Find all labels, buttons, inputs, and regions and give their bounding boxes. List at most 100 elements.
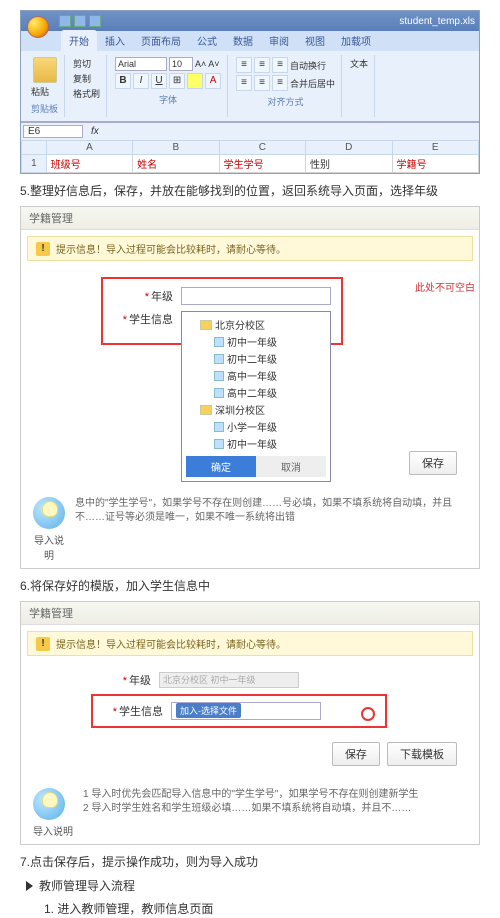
- font-group-label: 字体: [115, 93, 221, 106]
- tree-node[interactable]: 初中一年级: [227, 436, 277, 451]
- align-group-label: 对齐方式: [236, 95, 335, 108]
- leaf-icon: [214, 371, 224, 381]
- highlight-box: *年级 *学生信息 北京分校区 初中一年级 初中二年级 高中一年级 高中二年级 …: [101, 277, 343, 345]
- font-name-select[interactable]: Arial: [115, 57, 167, 71]
- save-button[interactable]: 保存: [332, 742, 380, 766]
- cell[interactable]: 班级号: [46, 155, 132, 173]
- tree-node[interactable]: 高中一年级: [227, 368, 277, 383]
- campus-tree-popup: 北京分校区 初中一年级 初中二年级 高中一年级 高中二年级 深圳分校区 小学一年…: [181, 311, 331, 482]
- window-filename: student_temp.xls: [399, 16, 475, 27]
- tree-cancel-button[interactable]: 取消: [256, 456, 326, 477]
- fx-label[interactable]: fx: [91, 126, 99, 137]
- number-group: 文本: [344, 55, 375, 117]
- bold-button[interactable]: B: [115, 73, 131, 89]
- leaf-icon: [214, 388, 224, 398]
- align-left-button[interactable]: ≡: [236, 75, 252, 91]
- leaf-icon: [214, 337, 224, 347]
- tree-node[interactable]: 小学一年级: [227, 419, 277, 434]
- download-template-button[interactable]: 下载模板: [387, 742, 457, 766]
- underline-button[interactable]: U: [151, 73, 167, 89]
- align-top-button[interactable]: ≡: [236, 57, 252, 73]
- tab-home[interactable]: 开始: [61, 30, 97, 51]
- grade-dropdown[interactable]: [181, 287, 331, 305]
- lightbulb-icon: [33, 497, 65, 529]
- format-painter-button[interactable]: 格式刷: [73, 87, 100, 100]
- align-bot-button[interactable]: ≡: [272, 57, 288, 73]
- align-mid-button[interactable]: ≡: [254, 57, 270, 73]
- formula-bar: E6 fx: [21, 122, 479, 140]
- cell[interactable]: 学生学号: [219, 155, 305, 173]
- cell[interactable]: 性别: [306, 155, 392, 173]
- student-info-label: 学生信息: [129, 314, 173, 326]
- tree-ok-button[interactable]: 确定: [186, 456, 256, 477]
- cell-grid[interactable]: A B C D E 1 班级号 姓名 学生学号 性别 学籍号: [21, 140, 479, 173]
- col-header[interactable]: D: [306, 141, 392, 155]
- tab-addins[interactable]: 加载项: [333, 30, 379, 51]
- upload-chip[interactable]: 加入-选择文件: [176, 703, 241, 718]
- ribbon-tabs: 开始 插入 页面布局 公式 数据 审阅 视图 加载项: [21, 31, 479, 51]
- import-description: 导入说明 息中的"学生学号"，如果学号不存在则创建……号必填，如果不填系统将自动…: [21, 491, 479, 568]
- save-icon[interactable]: [59, 15, 71, 27]
- warning-icon: !: [36, 637, 50, 651]
- corner-cell[interactable]: [22, 141, 47, 155]
- tab-insert[interactable]: 插入: [97, 30, 133, 51]
- col-header[interactable]: B: [133, 141, 219, 155]
- border-button[interactable]: ⊞: [169, 73, 185, 89]
- step-5-text: 5.整理好信息后，保存，并放在能够找到的位置，返回系统导入页面，选择年级: [20, 182, 480, 200]
- name-box[interactable]: E6: [23, 125, 83, 138]
- tab-view[interactable]: 视图: [297, 30, 333, 51]
- ribbon: 粘贴 剪贴板 剪切 复制 格式刷 Arial 10 A˄ A˅ B I U ⊞ …: [21, 51, 479, 122]
- fill-color-button[interactable]: [187, 73, 203, 89]
- wrap-text-button[interactable]: 自动换行: [290, 59, 326, 72]
- cell[interactable]: 学籍号: [392, 155, 479, 173]
- font-group: Arial 10 A˄ A˅ B I U ⊞ A 字体: [109, 55, 228, 117]
- warning-bar: ! 提示信息！导入过程可能会比较耗时，请耐心等待。: [27, 236, 473, 261]
- tree-node[interactable]: 高中二年级: [227, 385, 277, 400]
- font-color-button[interactable]: A: [205, 73, 221, 89]
- student-info-label: 学生信息: [119, 706, 163, 718]
- col-header[interactable]: C: [219, 141, 305, 155]
- substep-1: 1. 进入教师管理，教师信息页面: [44, 900, 480, 918]
- student-info-file-input[interactable]: 加入-选择文件: [171, 702, 321, 720]
- col-header[interactable]: E: [392, 141, 479, 155]
- align-center-button[interactable]: ≡: [254, 75, 270, 91]
- section-title: 教师管理导入流程: [39, 877, 135, 894]
- tab-review[interactable]: 审阅: [261, 30, 297, 51]
- tree-node[interactable]: 初中二年级: [227, 351, 277, 366]
- col-header[interactable]: A: [46, 141, 132, 155]
- tree-node[interactable]: 深圳分校区: [215, 402, 265, 417]
- import-desc-title: 导入说明: [33, 823, 73, 838]
- panel-title: 学籍管理: [21, 602, 479, 625]
- import-desc-text: 1 导入时优先会匹配导入信息中的"学生学号"，如果学号不存在则创建新学生 2 导…: [83, 788, 418, 816]
- grade-label: 年级: [129, 675, 151, 687]
- row-header[interactable]: 1: [22, 155, 47, 173]
- align-right-button[interactable]: ≡: [272, 75, 288, 91]
- italic-button[interactable]: I: [133, 73, 149, 89]
- tree-node[interactable]: 初中一年级: [227, 334, 277, 349]
- cell[interactable]: 姓名: [133, 155, 219, 173]
- redo-icon[interactable]: [89, 15, 101, 27]
- paste-icon[interactable]: [33, 57, 57, 83]
- leaf-icon: [214, 354, 224, 364]
- office-button[interactable]: [27, 16, 49, 38]
- tab-data[interactable]: 数据: [225, 30, 261, 51]
- grade-value-input[interactable]: 北京分校区 初中一年级: [159, 672, 299, 688]
- tab-formula[interactable]: 公式: [189, 30, 225, 51]
- excel-window: student_temp.xls 开始 插入 页面布局 公式 数据 审阅 视图 …: [20, 10, 480, 174]
- font-size-select[interactable]: 10: [169, 57, 193, 71]
- undo-icon[interactable]: [74, 15, 86, 27]
- copy-button[interactable]: 复制: [73, 72, 100, 85]
- warning-icon: !: [36, 242, 50, 256]
- tree-node[interactable]: 北京分校区: [215, 317, 265, 332]
- highlight-circle-icon: [361, 707, 375, 721]
- step-7-text: 7.点击保存后，提示操作成功，则为导入成功: [20, 853, 480, 871]
- tab-layout[interactable]: 页面布局: [133, 30, 189, 51]
- excel-titlebar: student_temp.xls: [21, 11, 479, 31]
- clipboard-group: 粘贴 剪贴板: [25, 55, 65, 117]
- import-panel-2: 学籍管理 ! 提示信息！导入过程可能会比较耗时，请耐心等待。 *年级 北京分校区…: [20, 601, 480, 845]
- merge-button[interactable]: 合并后居中: [290, 77, 335, 90]
- save-button[interactable]: 保存: [409, 451, 457, 475]
- table-row: 1 班级号 姓名 学生学号 性别 学籍号: [22, 155, 479, 173]
- cut-button[interactable]: 剪切: [73, 57, 100, 70]
- warning-bar: ! 提示信息！导入过程可能会比较耗时，请耐心等待。: [27, 631, 473, 656]
